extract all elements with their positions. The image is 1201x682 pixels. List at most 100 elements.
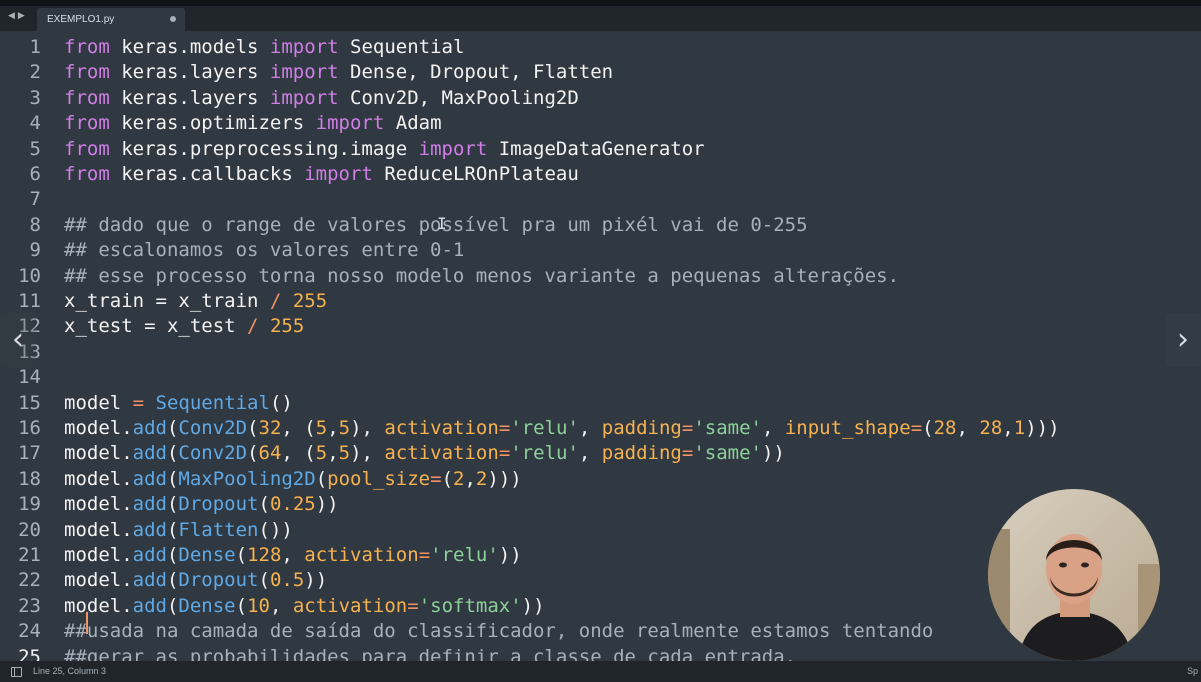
next-page-button[interactable]: ›: [1165, 313, 1201, 367]
code-token: activation: [384, 442, 499, 465]
code-token: activation: [384, 417, 499, 439]
code-line[interactable]: 15 model = Sequential(): [0, 391, 1201, 416]
code-token: keras.layers: [109, 61, 270, 84]
code-text[interactable]: model.add(Conv2D(32, (5,5), activation='…: [64, 416, 1060, 441]
code-line[interactable]: 9 ## escalonamos os valores entre 0-1: [0, 238, 1201, 263]
code-line[interactable]: 17 model.add(Conv2D(64, (5,5), activation…: [0, 441, 1201, 466]
code-line[interactable]: 1 from keras.models import Sequential: [0, 35, 1201, 60]
code-token: =: [681, 417, 694, 439]
code-line[interactable]: 2 from keras.layers import Dense, Dropout…: [0, 60, 1201, 85]
code-text[interactable]: model.add(Dense(128, activation='relu')): [64, 543, 522, 568]
code-line[interactable]: 3 from keras.layers import Conv2D, MaxPoo…: [0, 86, 1201, 111]
previous-page-button[interactable]: ‹: [0, 313, 36, 367]
code-line[interactable]: 7: [0, 187, 1201, 212]
code-token: Dropout: [178, 493, 259, 516]
code-token: import: [269, 36, 339, 58]
line-number: 6: [29, 163, 41, 185]
code-line[interactable]: 12 x_test = x_test / 255: [0, 314, 1201, 339]
code-text[interactable]: ## esse processo torna nosso modelo meno…: [64, 264, 899, 289]
code-text[interactable]: from keras.layers import Dense, Dropout,…: [64, 60, 613, 85]
code-text[interactable]: ##gerar as probabilidades para definir a…: [64, 645, 796, 661]
code-token: add: [132, 518, 167, 541]
code-token: 2: [453, 467, 465, 490]
webcam-presenter-icon: [988, 489, 1160, 661]
code-token: 5: [315, 442, 328, 465]
code-token: ))): [487, 467, 522, 490]
code-text[interactable]: model.add(MaxPooling2D(pool_size=(2,2))): [64, 467, 522, 492]
code-text[interactable]: from keras.layers import Conv2D, MaxPool…: [64, 86, 579, 111]
sidebar-toggle-icon[interactable]: [11, 667, 22, 677]
code-line[interactable]: 25 ##gerar as probabilidades para definir…: [0, 645, 1201, 661]
code-text[interactable]: model.add(Dropout(0.5)): [64, 568, 327, 593]
tab-exemplo1[interactable]: EXEMPLO1.py: [37, 8, 185, 31]
code-token: padding: [601, 417, 682, 439]
code-line[interactable]: 18 model.add(MaxPooling2D(pool_size=(2,2)…: [0, 467, 1201, 492]
code-line[interactable]: 16 model.add(Conv2D(32, (5,5), activation…: [0, 416, 1201, 441]
code-token: from: [64, 61, 110, 84]
unsaved-dot-icon[interactable]: [170, 16, 176, 22]
line-number: 10: [18, 264, 41, 287]
code-token: ImageDataGenerator: [487, 137, 705, 160]
cursor-position[interactable]: Line 25, Column 3: [33, 661, 106, 682]
code-token: 1: [1013, 417, 1026, 439]
chevron-right-icon[interactable]: ▶: [18, 11, 25, 25]
code-token: ##gerar as probabilidades para definir a…: [64, 645, 797, 661]
code-token: ),: [350, 417, 385, 439]
code-token: =: [407, 594, 419, 617]
code-text[interactable]: ##usada na camada de saída do classifica…: [64, 619, 933, 644]
code-token: add: [132, 569, 167, 592]
code-token: (: [166, 544, 179, 566]
code-token: model.: [64, 442, 133, 465]
code-text[interactable]: model = Sequential(): [64, 391, 293, 416]
webcam-feed: [988, 489, 1160, 661]
code-token: model.: [64, 544, 133, 566]
code-token: (: [235, 594, 248, 617]
code-text[interactable]: x_train = x_train / 255: [64, 289, 327, 314]
code-text[interactable]: x_test = x_test / 255: [64, 314, 304, 339]
code-token: Dropout: [178, 569, 259, 592]
code-token: from: [64, 163, 110, 185]
chevron-left-icon[interactable]: ◀: [8, 11, 15, 25]
code-text[interactable]: from keras.callbacks import ReduceLROnPl…: [64, 162, 579, 187]
code-text[interactable]: ## dado que o range de valores possível …: [64, 213, 808, 238]
code-token: ,: [578, 417, 602, 439]
code-text[interactable]: model.add(Conv2D(64, (5,5), activation='…: [64, 441, 785, 466]
code-token: ),: [350, 442, 385, 465]
code-text[interactable]: model.add(Flatten()): [64, 518, 293, 543]
code-token: 0.25: [269, 493, 316, 516]
code-token: (: [166, 594, 179, 617]
line-number: 15: [18, 391, 41, 414]
text-cursor-icon: I: [437, 214, 447, 233]
code-token: model.: [64, 467, 133, 490]
code-line[interactable]: 11 x_train = x_train / 255: [0, 289, 1201, 314]
code-token: activation: [304, 544, 419, 566]
code-line[interactable]: 4 from keras.optimizers import Adam: [0, 111, 1201, 136]
code-text[interactable]: ## escalonamos os valores entre 0-1: [64, 238, 464, 263]
code-line[interactable]: 14: [0, 365, 1201, 390]
code-token: x_test = x_test: [64, 315, 248, 338]
code-token: ## dado que o range de valores possível …: [64, 213, 808, 236]
code-token: 2: [475, 467, 488, 490]
code-line[interactable]: 13: [0, 340, 1201, 365]
code-token: (: [166, 518, 179, 541]
code-line[interactable]: 10 ## esse processo torna nosso modelo me…: [0, 264, 1201, 289]
code-text[interactable]: from keras.preprocessing.image import Im…: [64, 137, 705, 162]
code-token: ,: [1002, 417, 1014, 439]
code-line[interactable]: 6 from keras.callbacks import ReduceLROnP…: [0, 162, 1201, 187]
code-text[interactable]: from keras.optimizers import Adam: [64, 111, 442, 136]
code-token: (: [166, 493, 179, 516]
code-token: Conv2D: [178, 442, 248, 465]
code-text[interactable]: model.add(Dense(10, activation='softmax'…: [64, 594, 545, 619]
code-line[interactable]: 5 from keras.preprocessing.image import I…: [0, 137, 1201, 162]
line-number: 16: [18, 417, 41, 439]
code-token: 'softmax': [418, 594, 522, 617]
chevron-left-icon: ‹: [12, 322, 24, 357]
code-token: add: [132, 442, 167, 465]
code-token: /: [247, 315, 259, 338]
code-line[interactable]: 8 ## dado que o range de valores possível…: [0, 213, 1201, 238]
indentation-status[interactable]: Sp: [1187, 661, 1198, 682]
code-text[interactable]: model.add(Dropout(0.25)): [64, 492, 339, 517]
code-text[interactable]: from keras.models import Sequential: [64, 35, 464, 60]
